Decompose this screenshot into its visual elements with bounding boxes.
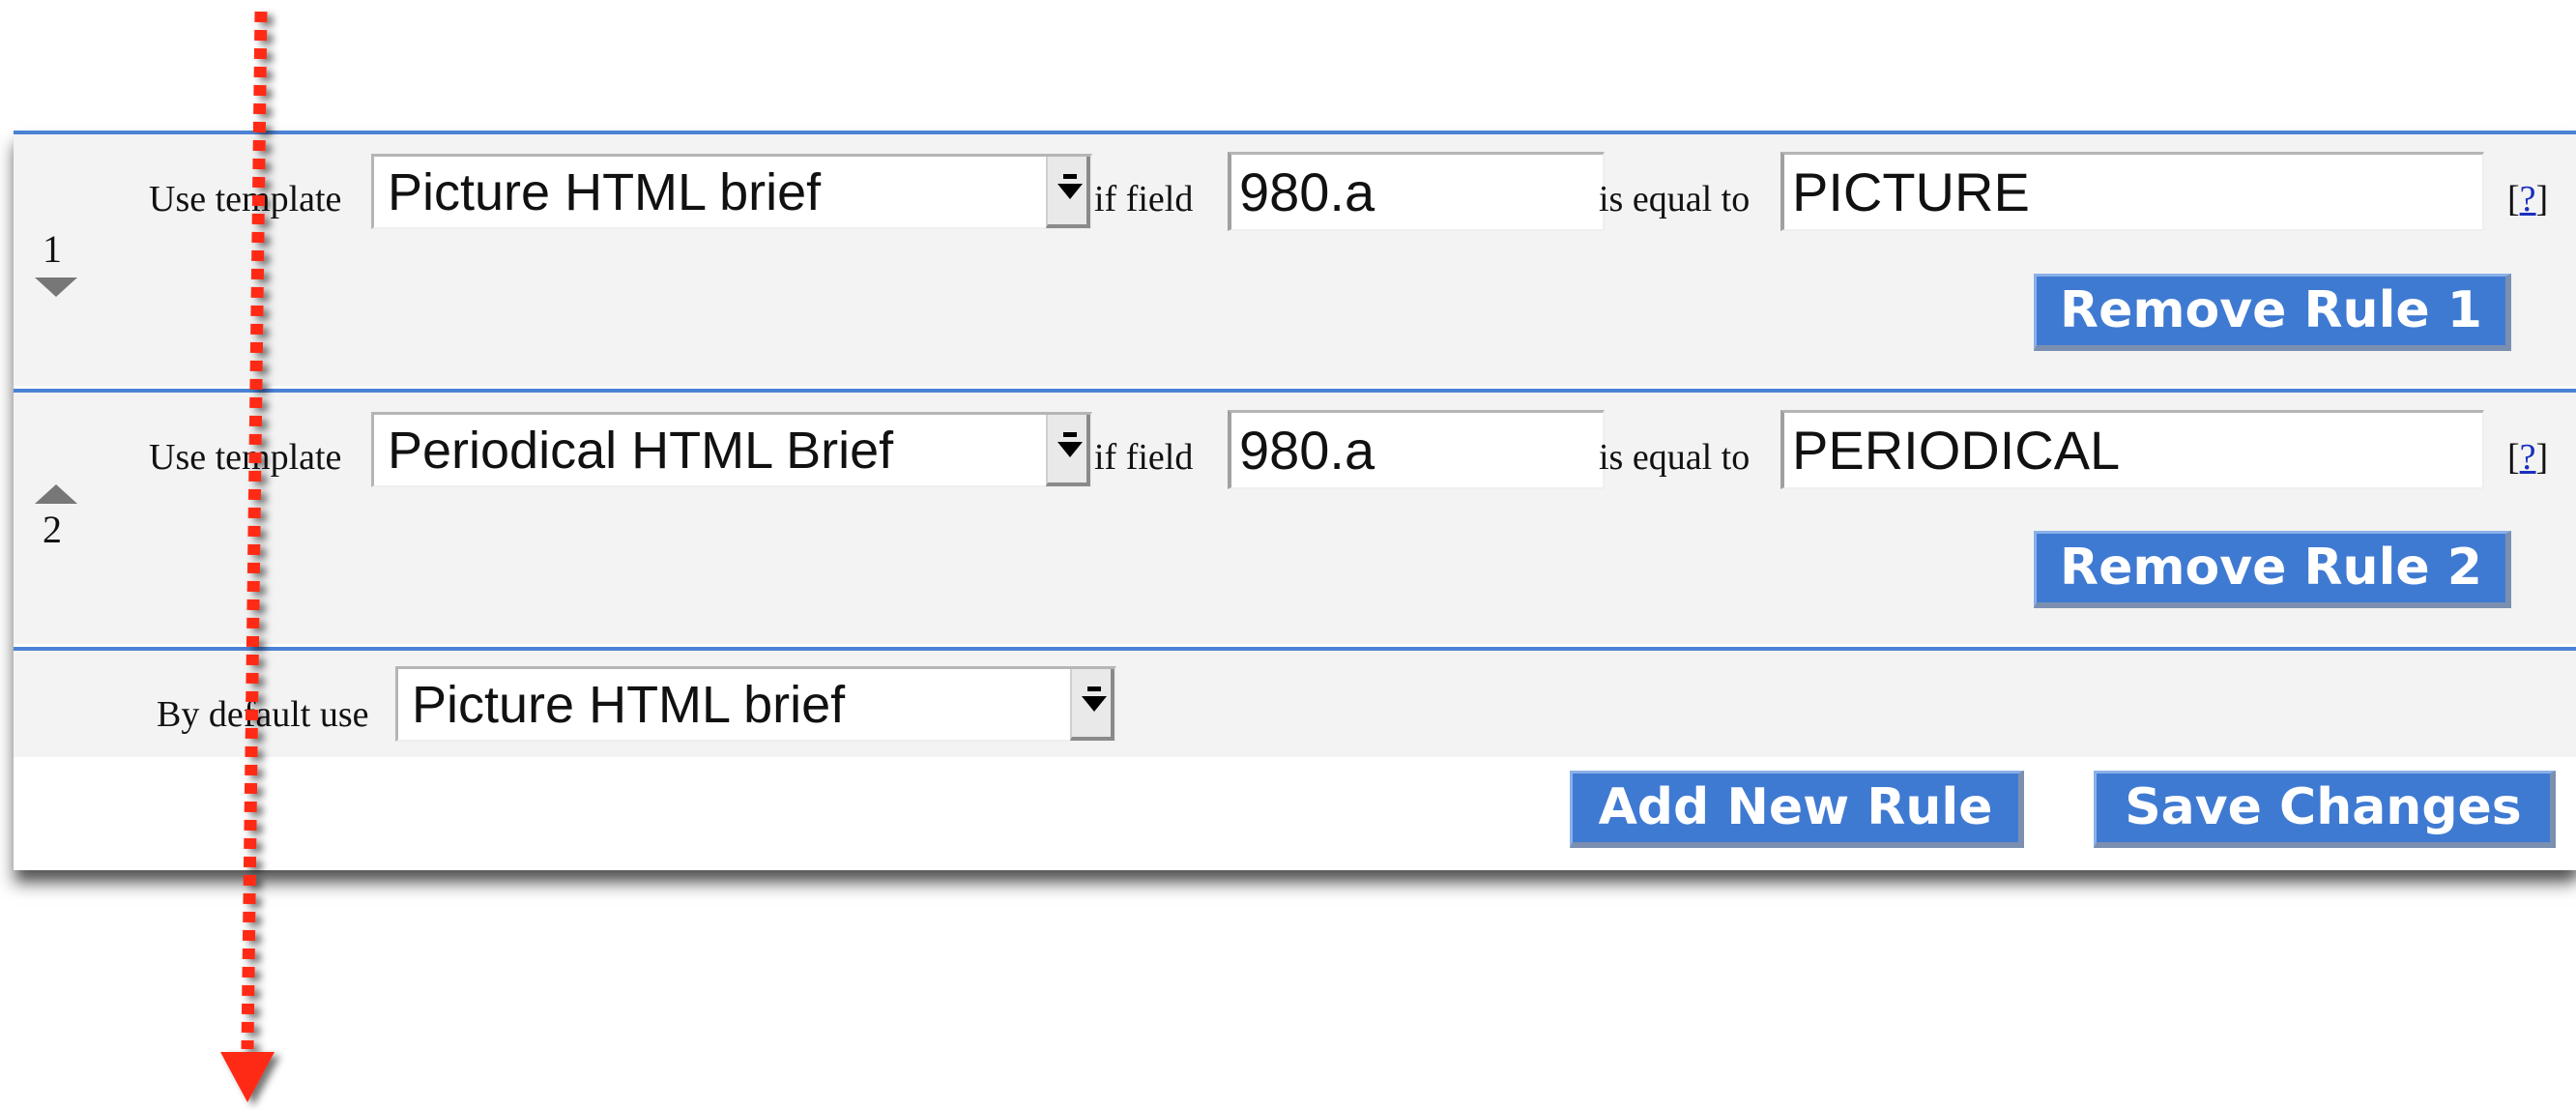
remove-rule-1-button[interactable]: Remove Rule 1 xyxy=(2034,274,2511,351)
help-question-link[interactable]: ? xyxy=(2520,437,2536,478)
help-link[interactable]: [?] xyxy=(2507,178,2548,220)
default-row: By default use Picture HTML brief xyxy=(14,647,2576,757)
value-input-value: PERIODICAL xyxy=(1792,420,2121,481)
template-select[interactable]: Periodical HTML Brief xyxy=(371,412,1092,487)
rule-row-2: 2 Use template Periodical HTML Brief if … xyxy=(14,389,2576,644)
template-select-value: Picture HTML brief xyxy=(388,163,822,221)
chevron-down-icon[interactable] xyxy=(1046,415,1090,486)
add-new-rule-button[interactable]: Add New Rule xyxy=(1570,771,2024,848)
value-input-value: PICTURE xyxy=(1792,161,2030,222)
move-up-icon[interactable] xyxy=(35,484,77,504)
rule-row-1: 1 Use template Picture HTML brief if fie… xyxy=(14,131,2576,386)
help-bracket-close: ] xyxy=(2535,179,2549,219)
rule-number: 2 xyxy=(43,508,62,551)
template-select-value: Periodical HTML Brief xyxy=(388,422,894,480)
use-template-label: Use template xyxy=(149,179,342,219)
default-template-select-value: Picture HTML brief xyxy=(412,676,846,734)
chevron-down-icon[interactable] xyxy=(1070,669,1114,741)
remove-rule-2-button[interactable]: Remove Rule 2 xyxy=(2034,531,2511,608)
help-bracket-open: [ xyxy=(2507,437,2520,478)
template-select[interactable]: Picture HTML brief xyxy=(371,154,1092,229)
is-equal-to-label: is equal to xyxy=(1599,437,1751,478)
use-template-label: Use template xyxy=(149,437,342,478)
is-equal-to-label: is equal to xyxy=(1599,179,1751,219)
rules-panel: 1 Use template Picture HTML brief if fie… xyxy=(14,131,2576,870)
help-question-link[interactable]: ? xyxy=(2520,179,2536,219)
default-template-select[interactable]: Picture HTML brief xyxy=(395,666,1116,742)
field-input-value: 980.a xyxy=(1239,161,1375,222)
help-link[interactable]: [?] xyxy=(2507,436,2548,479)
field-input[interactable]: 980.a xyxy=(1228,410,1605,489)
rule-number: 1 xyxy=(43,227,62,271)
value-input[interactable]: PERIODICAL xyxy=(1780,410,2484,489)
field-input[interactable]: 980.a xyxy=(1228,152,1605,231)
if-field-label: if field xyxy=(1094,179,1194,219)
chevron-down-icon[interactable] xyxy=(1046,157,1090,228)
save-changes-button[interactable]: Save Changes xyxy=(2094,771,2556,848)
help-bracket-open: [ xyxy=(2507,179,2520,219)
move-down-icon[interactable] xyxy=(35,278,77,297)
default-label: By default use xyxy=(157,694,369,735)
if-field-label: if field xyxy=(1094,437,1194,478)
value-input[interactable]: PICTURE xyxy=(1780,152,2484,231)
help-bracket-close: ] xyxy=(2535,437,2549,478)
field-input-value: 980.a xyxy=(1239,420,1375,481)
